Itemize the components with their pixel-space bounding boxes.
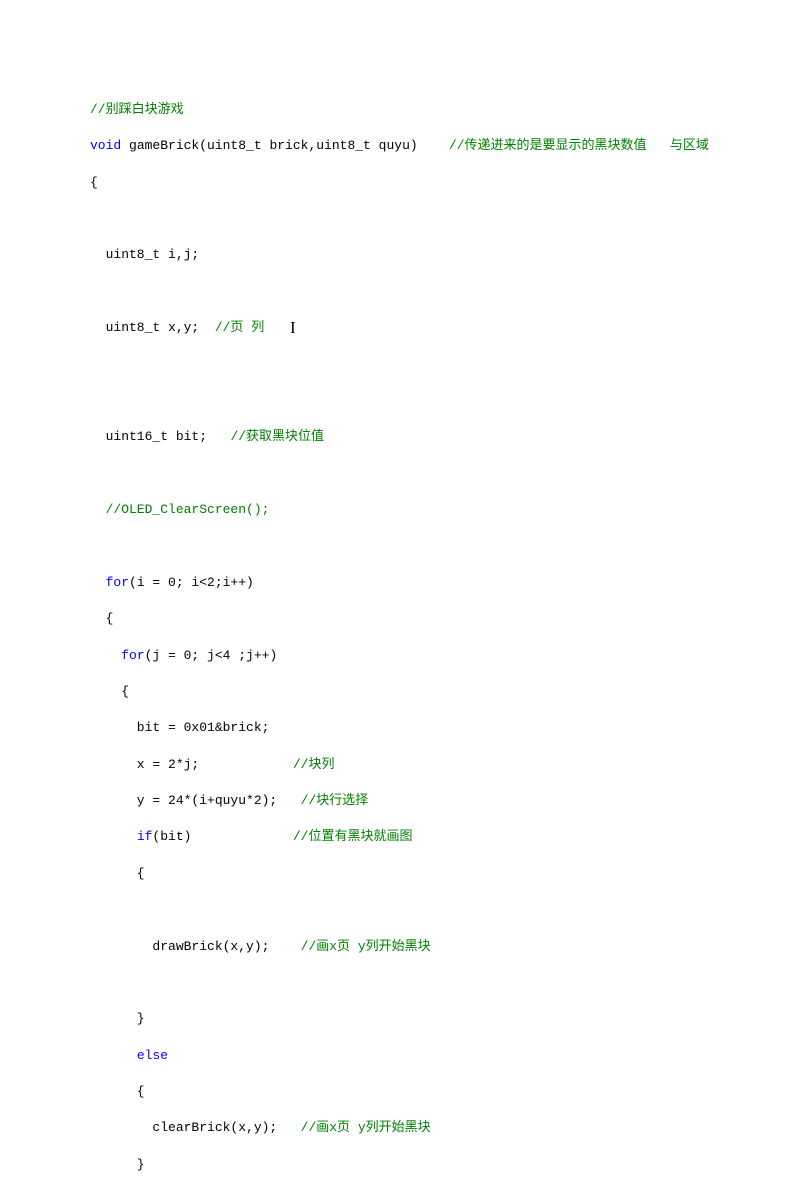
call: clearBrick(x,y); [90,1120,277,1135]
comment: //画x页 y列开始黑块 [301,1120,431,1135]
indent [90,575,106,590]
code-line: } [90,1156,796,1174]
code-line: for(i = 0; i<2;i++) [90,574,796,592]
blank [90,357,98,372]
brace: } [90,1011,145,1026]
code-line: void gameBrick(uint8_t brick,uint8_t quy… [90,137,796,155]
comment: //块列 [293,757,335,772]
comment: //传递进来的是要显示的黑块数值 与区域 [449,138,709,153]
blank [90,393,98,408]
code-line: clearBrick(x,y); //画x页 y列开始黑块 [90,1119,796,1137]
code-line: //OLED_ClearScreen(); [90,501,796,519]
comment: //获取黑块位值 [230,429,324,444]
code-line [90,901,796,919]
keyword-void: void [90,138,121,153]
code-line: uint8_t x,y; //页 列 I [90,319,796,337]
code-line [90,465,796,483]
for-cond: (i = 0; i<2;i++) [129,575,254,590]
spacing [269,939,300,954]
comment: //块行选择 [301,793,369,808]
code-line [90,974,796,992]
code-editor-area[interactable]: //别踩白块游戏 void gameBrick(uint8_t brick,ui… [90,83,796,1180]
comment: //别踩白块游戏 [90,102,184,117]
code-line [90,210,796,228]
assignment: bit = 0x01&brick; [90,720,269,735]
spacing [207,429,230,444]
if-cond: (bit) [152,829,191,844]
code-line: { [90,610,796,628]
blank [90,902,98,917]
blank [90,538,98,553]
code-line [90,392,796,410]
code-line: { [90,1083,796,1101]
comment: //位置有黑块就画图 [293,829,413,844]
spacing [418,138,449,153]
code-line: { [90,174,796,192]
spacing [277,1120,300,1135]
brace: { [90,866,145,881]
code-line: uint8_t i,j; [90,246,796,264]
assignment: y = 24*(i+quyu*2); [90,793,277,808]
code-line: //别踩白块游戏 [90,101,796,119]
code-line: bit = 0x01&brick; [90,719,796,737]
blank [90,211,98,226]
var-decl: uint8_t i,j; [90,247,199,262]
brace: { [90,684,129,699]
brace: } [90,1157,145,1172]
assignment: x = 2*j; [90,757,199,772]
spacing [199,320,215,335]
brace: { [90,611,113,626]
spacing [199,757,293,772]
code-line: } [90,1010,796,1028]
call: drawBrick(x,y); [90,939,269,954]
spacing [191,829,292,844]
comment: //页 列 [215,320,264,335]
code-line: drawBrick(x,y); //画x页 y列开始黑块 [90,938,796,956]
code-line: x = 2*j; //块列 [90,756,796,774]
comment: //OLED_ClearScreen(); [90,502,269,517]
blank [90,284,98,299]
var-decl: uint8_t x,y; [90,320,199,335]
code-line: y = 24*(i+quyu*2); //块行选择 [90,792,796,810]
text-cursor-icon: I [290,316,296,340]
blank [90,975,98,990]
keyword-for: for [121,648,144,663]
spacing [277,793,300,808]
code-line: uint16_t bit; //获取黑块位值 [90,428,796,446]
keyword-if: if [137,829,153,844]
code-line [90,537,796,555]
code-line: for(j = 0; j<4 ;j++) [90,647,796,665]
for-cond: (j = 0; j<4 ;j++) [145,648,278,663]
code-line: else [90,1047,796,1065]
code-line [90,356,796,374]
comment: //画x页 y列开始黑块 [301,939,431,954]
var-decl: uint16_t bit; [90,429,207,444]
keyword-for: for [106,575,129,590]
code-line: { [90,865,796,883]
function-decl: gameBrick(uint8_t brick,uint8_t quyu) [121,138,417,153]
code-line: if(bit) //位置有黑块就画图 [90,828,796,846]
brace: { [90,175,98,190]
keyword-else: else [137,1048,168,1063]
code-line [90,283,796,301]
indent [90,1048,137,1063]
brace: { [90,1084,145,1099]
indent [90,829,137,844]
indent [90,648,121,663]
blank [90,466,98,481]
code-line: { [90,683,796,701]
